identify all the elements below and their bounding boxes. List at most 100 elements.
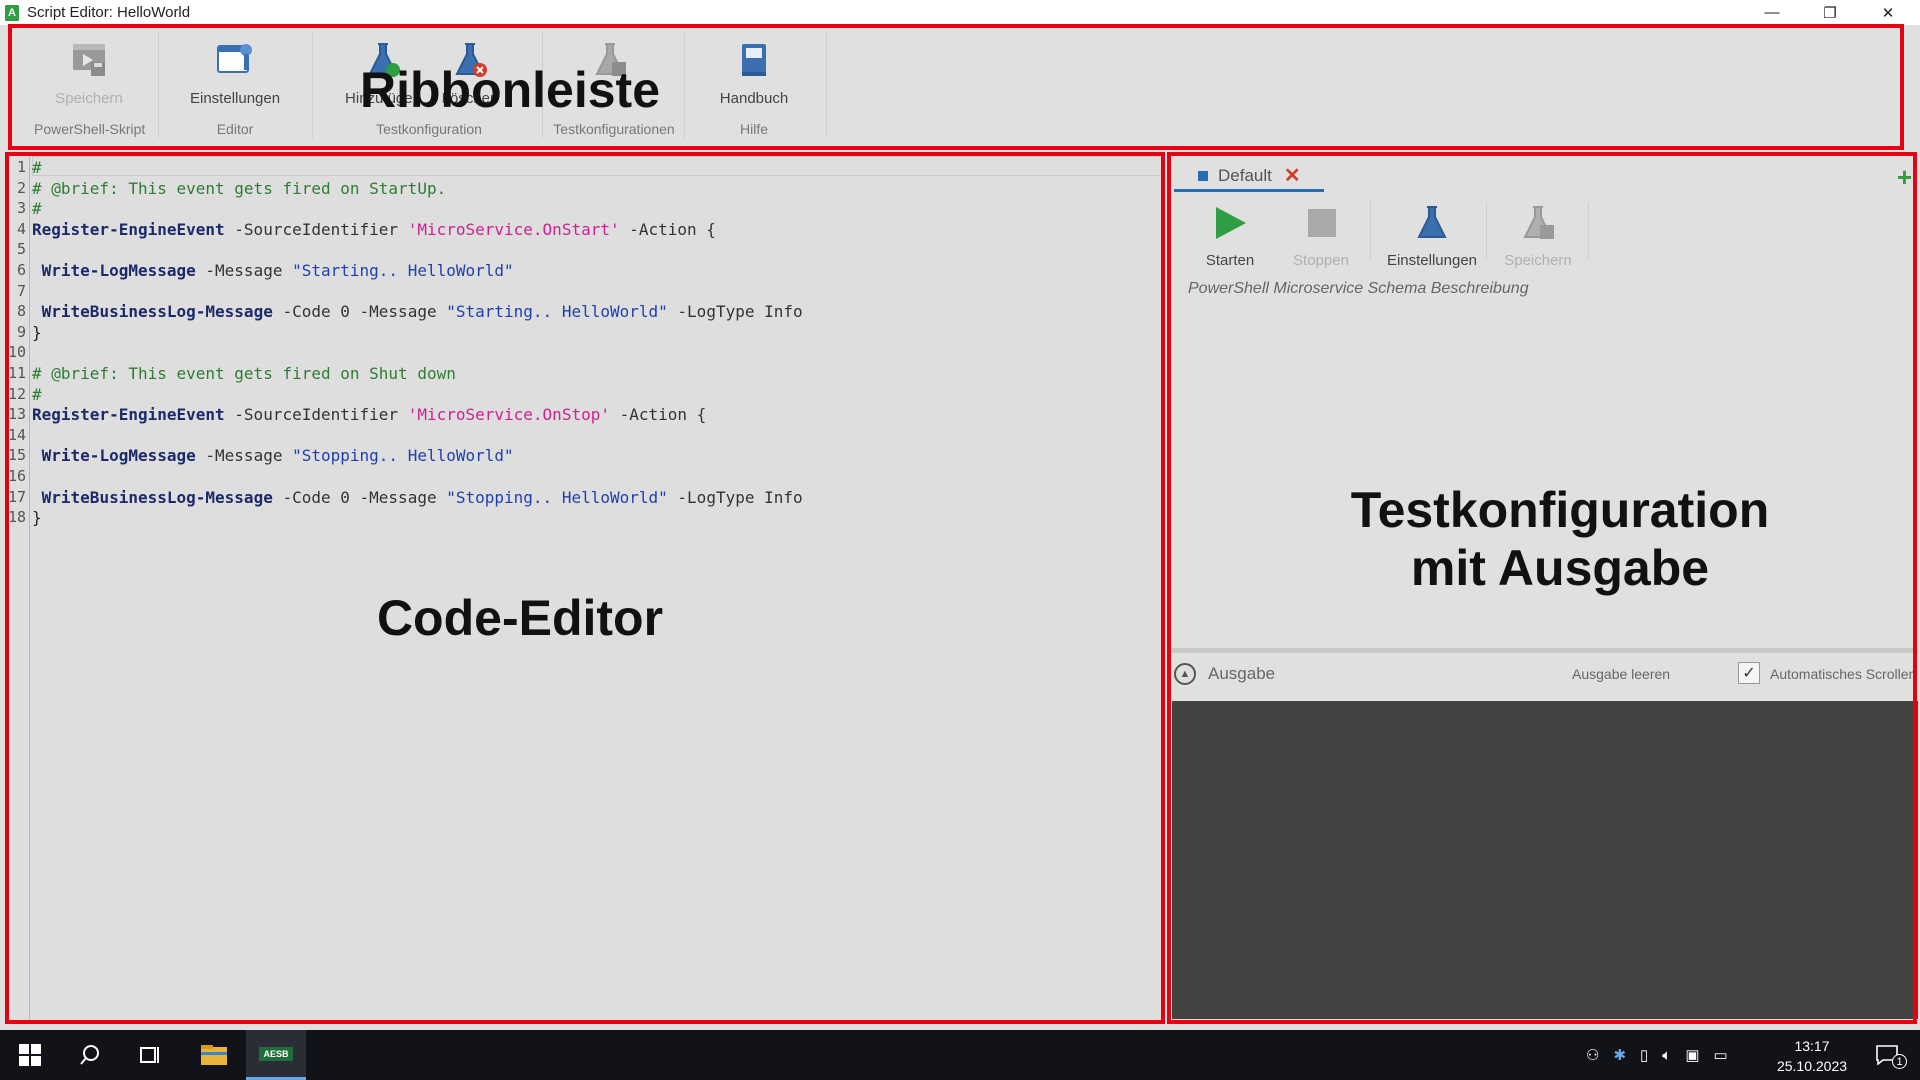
code-line: 16	[8, 467, 1162, 487]
title-bar: A Script Editor: HelloWorld — ❐ ✕	[0, 0, 1920, 25]
ribbon-editor-settings-button[interactable]: Einstellungen	[190, 40, 280, 107]
flask-settings-icon	[1417, 206, 1447, 238]
search-icon	[80, 1045, 99, 1065]
ribbon-manual-label: Handbuch	[719, 90, 789, 107]
code-line: 8 WriteBusinessLog-Message -Code 0 -Mess…	[8, 302, 1162, 322]
code-line-text: #	[32, 158, 42, 177]
ribbon-editor-settings-label: Einstellungen	[190, 90, 281, 107]
ribbon-separator	[312, 33, 313, 138]
ribbon-save-script-label: Speichern	[55, 90, 123, 107]
play-icon	[1216, 207, 1246, 239]
bluetooth-icon[interactable]: ✱	[1613, 1046, 1626, 1064]
clock-date: 25.10.2023	[1776, 1058, 1848, 1074]
line-number: 11	[8, 364, 27, 382]
tab-default[interactable]: Default ✕	[1174, 162, 1324, 192]
toolbar-separator	[1588, 202, 1589, 260]
tab-default-label: Default	[1218, 165, 1272, 185]
ribbon-group-label-editor: Editor	[216, 121, 254, 137]
vmware-icon[interactable]: ▣	[1685, 1046, 1699, 1064]
ribbon-manual-button[interactable]: Handbuch	[714, 40, 794, 107]
close-button[interactable]: ✕	[1859, 0, 1917, 25]
line-number: 9	[16, 322, 26, 341]
toolbar-separator	[1370, 202, 1371, 260]
code-line: 6 Write-LogMessage -Message "Starting.. …	[8, 261, 1162, 281]
volume-muted-icon[interactable]: 🔈︎	[1662, 1047, 1671, 1064]
stop-icon	[1308, 209, 1336, 237]
code-line-text: }	[32, 508, 42, 527]
line-number: 17	[8, 487, 27, 506]
system-clock[interactable]: 13:17 25.10.2023	[1776, 1036, 1848, 1076]
code-token: Write-LogMessage	[41, 446, 196, 466]
app-icon: A	[5, 4, 19, 21]
clear-output-button[interactable]: Ausgabe leeren	[1572, 666, 1670, 682]
minimize-button[interactable]: —	[1743, 0, 1801, 25]
editor-overlay-label: Code-Editor	[376, 590, 664, 646]
task-view-button[interactable]	[120, 1030, 180, 1080]
code-token: -Action {	[619, 219, 716, 239]
line-number: 7	[16, 281, 26, 300]
stop-label: Stoppen	[1293, 252, 1349, 269]
task-view-icon	[140, 1047, 159, 1063]
code-line: 14	[8, 426, 1162, 446]
test-settings-label: Einstellungen	[1386, 252, 1478, 269]
autoscroll-checkbox[interactable]: ✓	[1738, 662, 1760, 684]
test-settings-button[interactable]: Einstellungen	[1383, 204, 1481, 269]
start-menu-button[interactable]	[0, 1030, 60, 1080]
code-line: 7	[8, 282, 1162, 302]
line-number: 14	[8, 425, 27, 444]
output-area[interactable]	[1172, 701, 1918, 1019]
test-panel-overlay-label-line1: Testkonfiguration	[1350, 482, 1770, 538]
code-token: -SourceIdentifier	[224, 405, 408, 425]
start-button[interactable]: Starten	[1200, 204, 1260, 269]
search-button[interactable]	[60, 1030, 120, 1080]
code-token: -SourceIdentifier	[224, 219, 408, 239]
notification-center-button[interactable]: 1	[1862, 1030, 1912, 1080]
usb-device-icon[interactable]: ▯	[1640, 1046, 1648, 1064]
network-people-icon[interactable]: ⚇	[1586, 1046, 1599, 1064]
ribbon: Speichern PowerShell-Skript Einstellunge…	[0, 25, 1920, 150]
code-line: 2 # @brief: This event gets fired on Star…	[8, 179, 1162, 199]
code-line: 17 WriteBusinessLog-Message -Code 0 -Mes…	[8, 488, 1162, 508]
save-script-icon	[73, 44, 105, 76]
code-line: 1 #	[8, 158, 1162, 178]
code-token: -LogType Info	[667, 302, 803, 322]
flask-save-icon	[1523, 206, 1554, 239]
stop-button[interactable]: Stoppen	[1288, 204, 1354, 269]
schema-description: PowerShell Microservice Schema Beschreib…	[1188, 280, 1529, 297]
code-token: -Message	[195, 261, 293, 280]
code-token: Register-EngineEvent	[32, 405, 225, 425]
code-token: -Message	[195, 446, 293, 466]
test-save-label: Speichern	[1504, 252, 1572, 269]
taskbar-app-aesb-label: AESB	[259, 1046, 293, 1061]
line-number: 15	[8, 446, 27, 465]
line-number: 16	[8, 467, 27, 485]
tab-marker-icon	[1198, 170, 1208, 181]
code-token: }	[32, 322, 42, 342]
ribbon-separator	[826, 33, 827, 138]
code-token: WriteBusinessLog-Message	[41, 302, 273, 322]
tab-close-icon[interactable]: ✕	[1284, 163, 1301, 188]
code-token: "Starting.. HelloWorld"	[292, 261, 514, 280]
taskbar-app-aesb[interactable]: AESB	[246, 1030, 306, 1080]
code-line-text: WriteBusinessLog-Message -Code 0 -Messag…	[32, 488, 803, 507]
code-line: 9}	[8, 323, 1162, 343]
collapse-output-icon[interactable]: ▲	[1174, 663, 1196, 685]
code-token: -Action {	[609, 405, 707, 425]
ribbon-group-label-help: Hilfe	[739, 121, 768, 137]
file-explorer-button[interactable]	[184, 1030, 244, 1080]
code-line: 11 # @brief: This event gets fired on Shu…	[8, 364, 1162, 384]
restore-button[interactable]: ❐	[1801, 0, 1859, 25]
output-header: ▲ Ausgabe Ausgabe leeren ✓ Automatisches…	[1170, 653, 1918, 691]
line-number: 5	[16, 240, 26, 259]
ribbon-overlay-label: Ribbonleiste	[359, 62, 661, 118]
line-number: 13	[8, 405, 27, 424]
code-token: "Starting.. HelloWorld"	[446, 302, 668, 322]
display-icon[interactable]: ▭	[1714, 1046, 1728, 1064]
test-save-button[interactable]: Speichern	[1500, 204, 1576, 269]
code-token: }	[32, 508, 42, 528]
code-line: 12 #	[8, 385, 1162, 405]
add-tab-button[interactable]: +	[1897, 162, 1912, 193]
ribbon-save-script-button[interactable]: Speichern	[52, 40, 126, 107]
